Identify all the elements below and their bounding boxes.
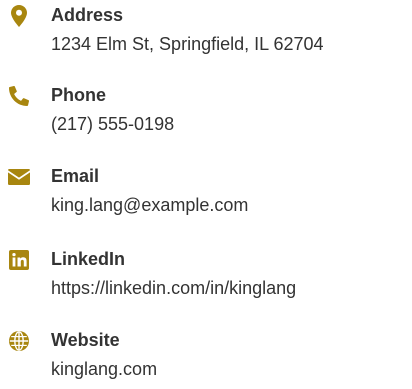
phone-icon xyxy=(8,85,30,107)
contact-label-linkedin: LinkedIn xyxy=(51,249,126,269)
contact-label-phone: Phone xyxy=(51,85,107,105)
contact-value-linkedin[interactable]: https://linkedin.com/in/kinglang xyxy=(51,277,296,299)
contact-item-website: Website kinglang.com xyxy=(8,325,412,385)
contact-value-phone[interactable]: (217) 555-0198 xyxy=(51,113,174,135)
contact-item-address: Address 1234 Elm St, Springfield, IL 627… xyxy=(8,0,412,60)
contact-label-address: Address xyxy=(51,5,124,25)
map-pin-icon xyxy=(8,5,30,27)
contact-item-phone: Phone (217) 555-0198 xyxy=(8,80,412,140)
globe-icon xyxy=(8,330,30,352)
contact-label-email: Email xyxy=(51,166,100,186)
linkedin-icon xyxy=(8,249,30,271)
contact-value-email[interactable]: king.lang@example.com xyxy=(51,194,248,216)
contact-value-address: 1234 Elm St, Springfield, IL 62704 xyxy=(51,34,324,54)
envelope-icon xyxy=(8,166,30,188)
contact-value-website[interactable]: kinglang.com xyxy=(51,358,157,380)
contact-label-website: Website xyxy=(51,330,120,350)
contact-item-linkedin: LinkedIn https://linkedin.com/in/kinglan… xyxy=(8,244,412,304)
contact-item-email: Email king.lang@example.com xyxy=(8,161,412,221)
